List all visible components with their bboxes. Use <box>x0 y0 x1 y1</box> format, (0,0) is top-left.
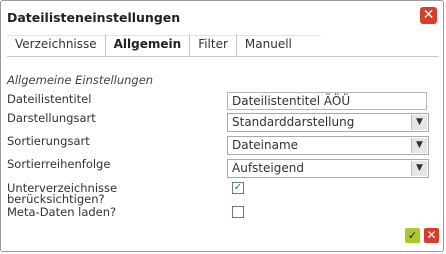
chevron-down-icon[interactable]: ▼ <box>411 138 427 153</box>
tab-verzeichnisse[interactable]: Verzeichnisse <box>7 34 106 56</box>
section-title: Allgemeine Einstellungen <box>7 73 154 87</box>
title-label: Dateilistentitel <box>7 92 92 106</box>
display-type-value: Standarddarstellung <box>232 115 355 129</box>
chevron-down-icon[interactable]: ▼ <box>411 161 427 176</box>
metadata-label: Meta-Daten laden? <box>7 205 117 219</box>
close-icon[interactable]: ✕ <box>420 7 437 24</box>
tab-filter[interactable]: Filter <box>190 34 237 56</box>
sort-type-select[interactable]: Dateiname ▼ <box>227 136 429 155</box>
subdirs-checkbox[interactable]: ✓ <box>232 182 244 194</box>
display-type-label: Darstellungsart <box>7 111 96 125</box>
sort-order-value: Aufsteigend <box>232 161 304 175</box>
tab-allgemein[interactable]: Allgemein <box>106 34 191 56</box>
sort-type-label: Sortierungsart <box>7 134 90 148</box>
chevron-down-icon[interactable]: ▼ <box>411 115 427 130</box>
sort-order-label: Sortierreihenfolge <box>7 157 111 171</box>
tab-manuell[interactable]: Manuell <box>237 34 300 56</box>
tab-divider <box>7 56 439 57</box>
check-icon: ✓ <box>233 182 243 193</box>
settings-dialog: Dateilisteneinstellungen ✕ Verzeichnisse… <box>0 0 444 252</box>
dialog-title: Dateilisteneinstellungen <box>7 10 181 25</box>
sort-type-value: Dateiname <box>232 138 299 152</box>
title-input[interactable]: Dateilistentitel ÄÖÜ <box>227 92 427 110</box>
tab-bar: Verzeichnisse Allgemein Filter Manuell <box>7 34 300 56</box>
cancel-icon[interactable]: ✕ <box>424 228 439 243</box>
subdirs-label-line2: berücksichtigen? <box>7 192 105 206</box>
display-type-select[interactable]: Standarddarstellung ▼ <box>227 113 429 132</box>
ok-check-icon[interactable]: ✓ <box>405 228 420 243</box>
sort-order-select[interactable]: Aufsteigend ▼ <box>227 159 429 178</box>
metadata-checkbox[interactable] <box>232 206 244 218</box>
